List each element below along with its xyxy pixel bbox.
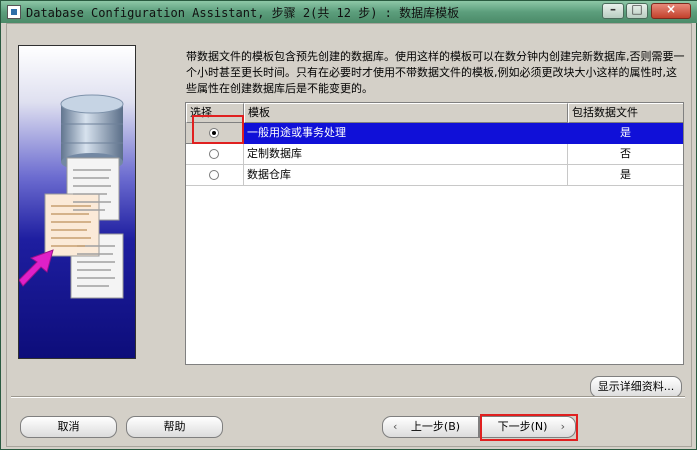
highlight-selected-radio [192,115,244,144]
datafiles-value: 否 [568,144,683,165]
table-row[interactable]: 定制数据库 否 [186,144,683,165]
column-header-datafiles[interactable]: 包括数据文件 [568,103,683,123]
help-button[interactable]: 帮助 [126,416,223,438]
title-bar: Database Configuration Assistant, 步骤 2(共… [1,1,697,23]
minimize-icon: – [610,2,616,16]
app-icon [7,5,21,19]
chevron-left-icon: ‹ [393,420,398,433]
template-radio-warehouse[interactable] [209,170,219,180]
back-button[interactable]: ‹ 上一步(B) [382,416,479,438]
template-name: 数据仓库 [244,165,568,186]
maximize-button[interactable]: □ [626,2,648,19]
datafiles-value: 是 [568,165,683,186]
cancel-button[interactable]: 取消 [20,416,117,438]
table-header: 选择 模板 包括数据文件 [186,103,683,123]
window-title: Database Configuration Assistant, 步骤 2(共… [26,6,460,20]
back-label: 上一步(B) [410,420,461,433]
maximize-icon: □ [631,2,643,16]
database-illustration-icon [19,94,124,299]
template-name: 定制数据库 [244,144,568,165]
select-cell [186,165,244,186]
highlight-next-button [480,414,578,441]
template-radio-custom[interactable] [209,149,219,159]
separator [11,396,685,398]
table-row[interactable]: 数据仓库 是 [186,165,683,186]
template-description: 带数据文件的模板包含预先创建的数据库。使用这样的模板可以在数分钟内创建完新数据库… [186,50,685,95]
close-button[interactable]: × [651,2,691,19]
template-name: 一般用途或事务处理 [244,123,568,144]
wizard-illustration [18,45,136,359]
column-header-template[interactable]: 模板 [244,103,568,123]
minimize-button[interactable]: – [602,2,624,19]
select-cell [186,144,244,165]
show-details-button[interactable]: 显示详细资料... [590,376,682,398]
datafiles-value: 是 [568,123,683,144]
close-icon: × [665,2,677,16]
table-row[interactable]: 一般用途或事务处理 是 [186,123,683,144]
dbca-window: Database Configuration Assistant, 步骤 2(共… [0,0,697,450]
template-table: 选择 模板 包括数据文件 一般用途或事务处理 是 定制数据库 否 数据仓库 是 [185,102,684,365]
